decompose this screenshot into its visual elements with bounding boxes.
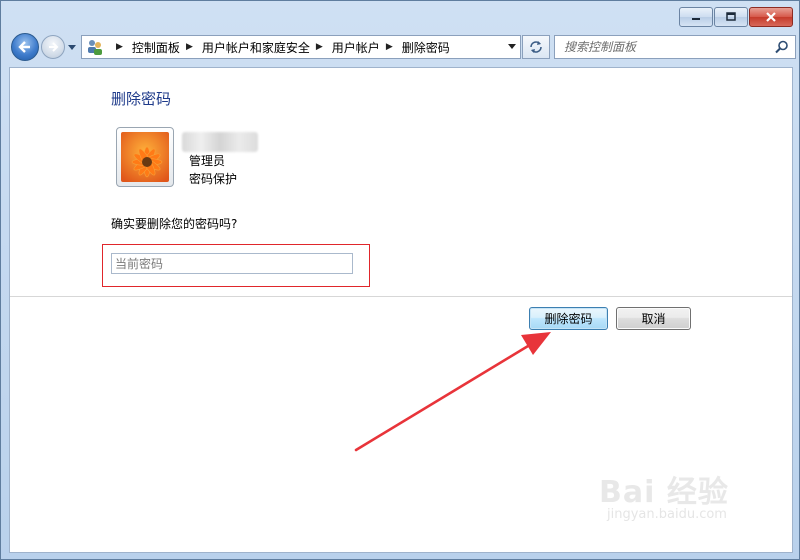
back-arrow-icon: [18, 41, 30, 53]
search-icon[interactable]: [775, 40, 789, 54]
close-button[interactable]: [749, 7, 793, 27]
minimize-icon: [692, 18, 700, 20]
back-button[interactable]: [11, 33, 39, 61]
breadcrumb-control-panel[interactable]: 控制面板: [132, 39, 180, 56]
divider: [10, 296, 792, 297]
avatar: [116, 127, 174, 187]
search-box[interactable]: [554, 35, 796, 59]
watermark-url: jingyan.baidu.com: [607, 507, 727, 522]
page-title: 删除密码: [111, 90, 172, 108]
breadcrumb-user-accounts[interactable]: 用户帐户: [332, 39, 380, 56]
control-panel-users-icon: [88, 40, 102, 55]
minimize-button[interactable]: [679, 7, 713, 27]
breadcrumb-separator-icon[interactable]: ▶: [186, 42, 193, 52]
recent-pages-dropdown[interactable]: [67, 43, 77, 53]
user-picture-flower-icon: [121, 132, 169, 182]
refresh-icon: [530, 41, 542, 53]
breadcrumb: ▶ 控制面板 ▶ 用户帐户和家庭安全 ▶ 用户帐户 ▶ 删除密码: [110, 39, 450, 56]
current-password-field[interactable]: [111, 253, 353, 274]
maximize-button[interactable]: [714, 7, 748, 27]
breadcrumb-separator-icon[interactable]: ▶: [386, 42, 393, 52]
forward-button[interactable]: [41, 35, 65, 59]
close-icon: [766, 12, 776, 22]
search-input[interactable]: [564, 40, 764, 54]
address-history-chevron-icon[interactable]: [508, 44, 516, 50]
redacted-user-name: [182, 132, 258, 152]
user-role-label: 管理员: [189, 154, 226, 168]
remove-password-button[interactable]: 删除密码: [529, 307, 608, 330]
address-bar[interactable]: ▶ 控制面板 ▶ 用户帐户和家庭安全 ▶ 用户帐户 ▶ 删除密码: [81, 35, 521, 59]
breadcrumb-separator-icon[interactable]: ▶: [316, 42, 323, 52]
window-controls: [679, 7, 793, 27]
maximize-icon: [726, 12, 736, 21]
watermark-logo: Bai 经验 jingyan.baidu.com: [599, 467, 769, 531]
refresh-button[interactable]: [522, 35, 550, 59]
control-panel-window: ▶ 控制面板 ▶ 用户帐户和家庭安全 ▶ 用户帐户 ▶ 删除密码 删除密码: [0, 0, 800, 560]
forward-arrow-icon: [49, 42, 59, 52]
breadcrumb-separator-icon[interactable]: ▶: [116, 42, 123, 52]
breadcrumb-user-accounts-family-safety[interactable]: 用户帐户和家庭安全: [202, 39, 310, 56]
cancel-button[interactable]: 取消: [616, 307, 691, 330]
confirm-question: 确实要删除您的密码吗?: [111, 217, 238, 231]
chevron-down-icon: [68, 45, 76, 50]
navigation-bar: ▶ 控制面板 ▶ 用户帐户和家庭安全 ▶ 用户帐户 ▶ 删除密码: [7, 31, 796, 63]
breadcrumb-remove-password[interactable]: 删除密码: [402, 39, 450, 56]
watermark-main-text: Bai 经验: [599, 475, 729, 510]
user-status-label: 密码保护: [189, 172, 238, 186]
